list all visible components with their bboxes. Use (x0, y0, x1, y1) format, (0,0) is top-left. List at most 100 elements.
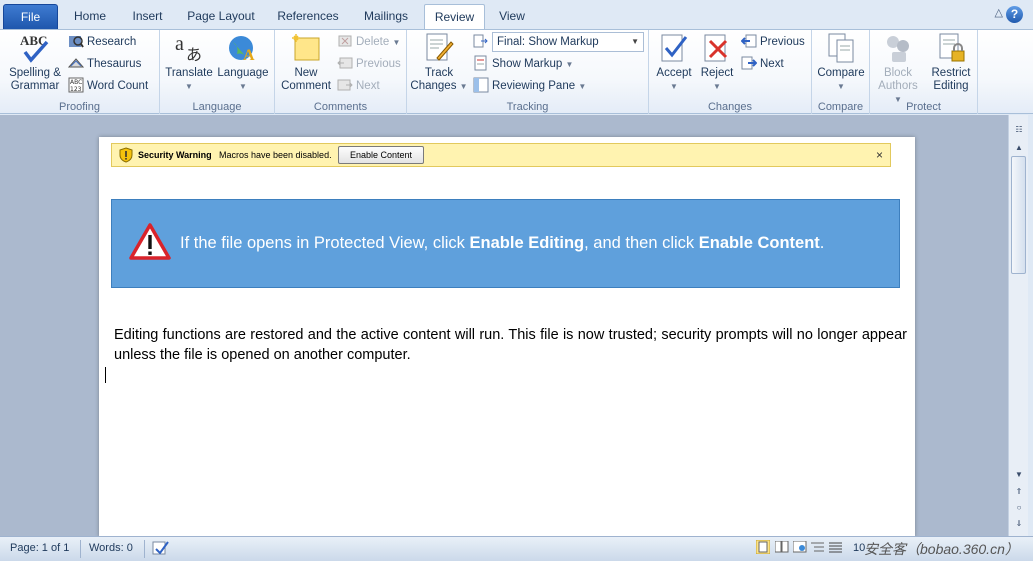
vertical-scrollbar[interactable]: ☷ ▲ ▼ ⇑ ○ ⇓ (1008, 115, 1028, 536)
warning-shield-icon (118, 147, 134, 163)
previous-comment-button[interactable]: Previous (337, 55, 401, 73)
full-screen-reading-icon[interactable] (774, 540, 789, 556)
security-warning-bar: Security Warning Macros have been disabl… (111, 143, 891, 167)
proofing-status-icon[interactable] (152, 539, 170, 560)
thesaurus-icon (67, 55, 85, 71)
tab-references[interactable]: References (272, 4, 344, 29)
status-divider (144, 540, 145, 558)
track-changes-label-1: Track (424, 67, 454, 79)
delete-comment-button[interactable]: Delete ▼ (337, 33, 400, 51)
research-icon (68, 33, 84, 49)
word-count-label: Word Count (87, 80, 149, 92)
close-icon[interactable]: × (876, 148, 883, 162)
reject-label: Reject (700, 67, 734, 79)
block-authors-label-2: Authors (878, 80, 918, 92)
document-page[interactable]: Security Warning Macros have been disabl… (99, 137, 915, 537)
show-markup-icon (473, 55, 489, 71)
new-comment-icon (290, 32, 322, 64)
translate-button[interactable]: a あ Translate ▼ (163, 32, 215, 93)
previous-page-icon[interactable]: ⇑ (1012, 485, 1026, 499)
group-label-protect: Protect (906, 101, 941, 113)
callout-enable-content: Enable Content (698, 234, 820, 252)
language-globe-icon: A (227, 32, 259, 64)
protected-view-callout: If the file opens in Protected View, cli… (111, 199, 900, 288)
group-label-proofing: Proofing (59, 101, 100, 113)
accept-dropdown-icon: ▼ (670, 82, 678, 91)
accept-label: Accept (656, 67, 692, 79)
document-canvas: Security Warning Macros have been disabl… (0, 115, 1008, 537)
chevron-down-icon: ▼ (631, 37, 639, 46)
group-compare: Compare ▼ Compare (812, 30, 870, 114)
browse-object-icon[interactable]: ○ (1012, 501, 1026, 515)
enable-content-button[interactable]: Enable Content (338, 146, 424, 164)
text-caret (105, 367, 106, 383)
svg-text:123: 123 (70, 86, 82, 93)
svg-text:a: a (175, 33, 184, 55)
tab-page-layout[interactable]: Page Layout (182, 4, 260, 29)
print-layout-icon[interactable] (755, 539, 771, 557)
display-for-review-select[interactable]: Final: Show Markup ▼ (492, 32, 644, 52)
outline-view-icon[interactable] (811, 541, 825, 556)
ribbon-tab-bar: File Home Insert Page Layout References … (0, 0, 1033, 30)
reject-button[interactable]: Reject ▼ (697, 32, 737, 93)
reviewing-pane-button[interactable]: Reviewing Pane ▼ (473, 77, 586, 95)
ribbon: ABC Spelling & Grammar Research Thesauru… (0, 29, 1033, 114)
callout-enable-editing: Enable Editing (469, 234, 585, 252)
minimize-ribbon-icon[interactable]: △ (995, 6, 1003, 19)
previous-change-button[interactable]: Previous (740, 33, 805, 51)
delete-comment-label: Delete (356, 36, 390, 48)
word-count-icon: ABC 123 (68, 77, 84, 93)
status-divider (80, 540, 81, 558)
accept-icon (658, 32, 690, 64)
next-page-icon[interactable]: ⇓ (1012, 517, 1026, 531)
tab-file[interactable]: File (3, 4, 58, 29)
group-protect: Block Authors ▼ Restrict Editing Protect (870, 30, 978, 114)
compare-dropdown-icon: ▼ (837, 82, 845, 91)
language-button[interactable]: A Language ▼ (216, 32, 270, 93)
thesaurus-button[interactable]: Thesaurus (67, 55, 142, 73)
translate-dropdown-icon: ▼ (185, 82, 193, 91)
compare-button[interactable]: Compare ▼ (815, 32, 867, 93)
callout-text: If the file opens in Protected View, cli… (180, 234, 824, 253)
callout-text-part3: . (819, 234, 825, 252)
next-comment-button[interactable]: Next (337, 77, 380, 95)
spelling-grammar-button[interactable]: ABC Spelling & Grammar (4, 32, 66, 93)
accept-button[interactable]: Accept ▼ (652, 32, 696, 93)
block-authors-button[interactable]: Block Authors ▼ (874, 32, 922, 106)
security-warning-message: Macros have been disabled. (219, 150, 332, 160)
scroll-up-icon[interactable]: ▲ (1012, 141, 1026, 155)
ruler-toggle-icon[interactable]: ☷ (1012, 123, 1026, 137)
word-count[interactable]: Words: 0 (89, 542, 133, 554)
tab-home[interactable]: Home (66, 4, 114, 29)
scroll-thumb[interactable] (1011, 156, 1026, 274)
tab-mailings[interactable]: Mailings (356, 4, 416, 29)
tab-review[interactable]: Review (424, 4, 485, 30)
new-comment-button[interactable]: New Comment (278, 32, 334, 93)
language-label: Language (217, 67, 269, 79)
show-markup-button[interactable]: Show Markup ▼ (473, 55, 573, 73)
restrict-editing-button[interactable]: Restrict Editing (926, 32, 976, 93)
web-layout-icon[interactable] (792, 540, 807, 556)
group-changes: Accept ▼ Reject ▼ Previous Next Changes (649, 30, 812, 114)
group-label-tracking: Tracking (506, 101, 549, 113)
new-comment-label-1: New (294, 67, 318, 79)
help-icon[interactable]: ? (1006, 6, 1023, 23)
tab-insert[interactable]: Insert (124, 4, 171, 29)
page-count[interactable]: Page: 1 of 1 (10, 542, 69, 554)
draft-view-icon[interactable] (829, 541, 843, 556)
scroll-down-icon[interactable]: ▼ (1012, 468, 1026, 482)
thesaurus-label: Thesaurus (87, 58, 142, 70)
group-label-language: Language (192, 101, 242, 113)
word-count-button[interactable]: ABC 123 Word Count (68, 77, 148, 95)
next-change-button[interactable]: Next (741, 55, 784, 73)
svg-text:A: A (243, 47, 255, 64)
tab-view[interactable]: View (492, 4, 532, 29)
callout-text-part1: If the file opens in Protected View, cli… (180, 234, 470, 252)
display-for-review-value: Final: Show Markup (497, 36, 599, 48)
spelling-check-icon: ABC (19, 32, 51, 64)
reviewing-pane-label: Reviewing Pane (492, 80, 576, 92)
research-button[interactable]: Research (68, 33, 136, 51)
delete-comment-icon (337, 33, 353, 49)
group-label-changes: Changes (707, 101, 753, 113)
track-changes-button[interactable]: Track Changes ▼ (410, 32, 468, 93)
